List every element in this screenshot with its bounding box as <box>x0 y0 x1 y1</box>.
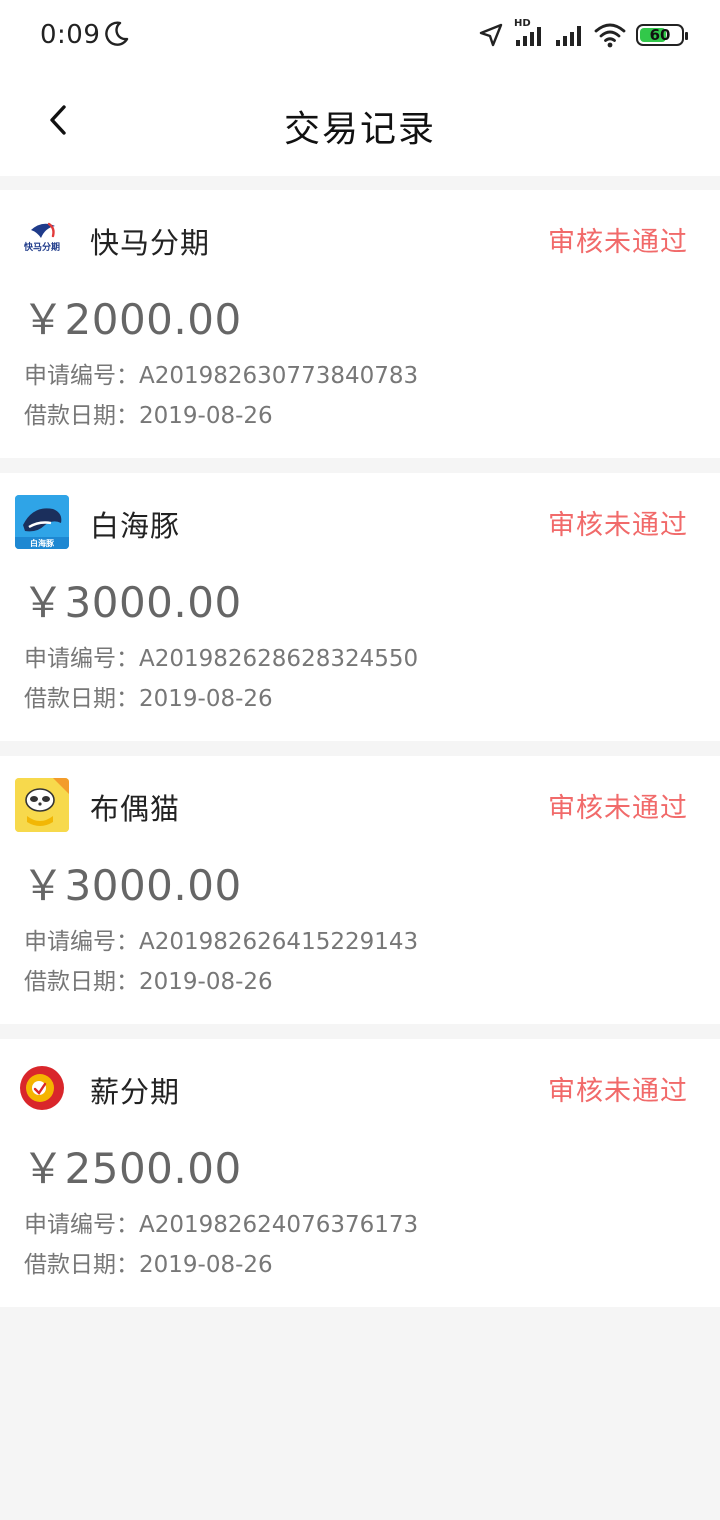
loan-date-label: 借款日期： <box>24 1252 139 1278</box>
status-badge: 审核未通过 <box>548 510 688 541</box>
application-no-value: A201982628628324550 <box>139 646 419 672</box>
loan-date-row: 借款日期：2019-08-26 <box>24 1245 273 1279</box>
nav-bar: 交易记录 <box>0 70 720 176</box>
location-arrow-icon <box>479 23 503 47</box>
battery-level: 60 <box>649 26 671 44</box>
application-no-label: 申请编号： <box>24 646 139 672</box>
svg-text:白海豚: 白海豚 <box>30 538 54 548</box>
loan-amount: ￥2500.00 <box>22 1144 242 1193</box>
product-name: 白海豚 <box>90 509 181 543</box>
signal-icon <box>556 26 581 46</box>
loan-date-label: 借款日期： <box>24 403 139 429</box>
svg-text:快马分期: 快马分期 <box>24 241 60 253</box>
application-no-row: 申请编号：A201982628628324550 <box>24 639 418 673</box>
status-badge: 审核未通过 <box>548 227 688 258</box>
application-no-row: 申请编号：A201982624076376173 <box>24 1205 418 1239</box>
loan-date-value: 2019-08-26 <box>139 686 273 712</box>
product-name: 薪分期 <box>90 1075 181 1109</box>
application-no-label: 申请编号： <box>24 1212 139 1238</box>
transaction-card[interactable]: 布偶猫 审核未通过 ￥3000.00 申请编号：A201982626415229… <box>0 756 720 1024</box>
application-no-value: A201982626415229143 <box>139 929 419 955</box>
loan-date-label: 借款日期： <box>24 686 139 712</box>
application-no-value: A201982630773840783 <box>139 363 419 389</box>
loan-amount: ￥3000.00 <box>22 861 242 910</box>
status-bar: 0:09 HD 60 <box>0 0 720 70</box>
loan-date-value: 2019-08-26 <box>139 969 273 995</box>
status-time: 0:09 <box>40 20 101 50</box>
status-badge: 审核未通过 <box>548 1076 688 1107</box>
transaction-card[interactable]: 白海豚 白海豚 审核未通过 ￥3000.00 申请编号：A20198262862… <box>0 473 720 741</box>
wifi-icon <box>594 23 626 48</box>
status-badge: 审核未通过 <box>548 793 688 824</box>
application-no-row: 申请编号：A201982626415229143 <box>24 922 418 956</box>
xin-fenqi-logo-icon <box>15 1061 69 1115</box>
loan-amount: ￥2000.00 <box>22 295 242 344</box>
kuaima-fenqi-logo-icon: 快马分期 <box>15 212 69 266</box>
signal-hd-icon: HD <box>514 18 544 50</box>
loan-date-row: 借款日期：2019-08-26 <box>24 679 273 713</box>
loan-date-value: 2019-08-26 <box>139 1252 273 1278</box>
transaction-list: 快马分期 快马分期 审核未通过 ￥2000.00 申请编号：A201982630… <box>0 190 720 1322</box>
page-title: 交易记录 <box>283 109 436 150</box>
moon-icon <box>105 21 129 46</box>
battery-icon: 60 <box>636 24 688 46</box>
loan-date-row: 借款日期：2019-08-26 <box>24 396 273 430</box>
application-no-label: 申请编号： <box>24 363 139 389</box>
dolphin-logo-icon: 白海豚 <box>15 495 69 549</box>
product-name: 快马分期 <box>90 226 211 260</box>
status-icons: HD 60 <box>478 18 688 52</box>
loan-amount: ￥3000.00 <box>22 578 242 627</box>
transaction-card[interactable]: 薪分期 审核未通过 ￥2500.00 申请编号：A201982624076376… <box>0 1039 720 1307</box>
loan-date-row: 借款日期：2019-08-26 <box>24 962 273 996</box>
application-no-value: A201982624076376173 <box>139 1212 419 1238</box>
product-name: 布偶猫 <box>90 792 181 826</box>
transaction-card[interactable]: 快马分期 快马分期 审核未通过 ￥2000.00 申请编号：A201982630… <box>0 190 720 458</box>
loan-date-label: 借款日期： <box>24 969 139 995</box>
application-no-row: 申请编号：A201982630773840783 <box>24 356 418 390</box>
application-no-label: 申请编号： <box>24 929 139 955</box>
loan-date-value: 2019-08-26 <box>139 403 273 429</box>
cat-logo-icon <box>15 778 69 832</box>
